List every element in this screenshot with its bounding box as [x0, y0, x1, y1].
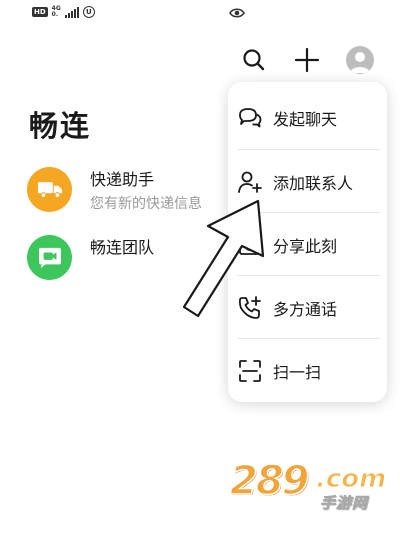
camera-icon	[239, 234, 261, 255]
watermark-number: 289	[229, 457, 310, 505]
menu-item-label: 分享此刻	[273, 236, 338, 256]
watermark-domain: .com	[315, 464, 387, 495]
menu-item-label: 多方通话	[273, 299, 338, 319]
status-bar: HD 4G 0. U	[0, 0, 400, 28]
plus-icon[interactable]	[294, 47, 320, 73]
truck-icon	[27, 167, 72, 212]
site-watermark: 289 .com 手游网	[229, 457, 390, 528]
menu-item-start-chat[interactable]: 发起聊天	[228, 86, 387, 149]
menu-item-label: 发起聊天	[273, 109, 338, 129]
status-icons: HD 4G 0. U	[32, 6, 95, 18]
add-contact-icon	[238, 171, 262, 193]
network-indicator: 4G 0.	[52, 6, 61, 18]
avatar-icon[interactable]	[346, 46, 374, 74]
watermark-site-name: 手游网	[320, 494, 369, 513]
chat-name: 快递助手	[90, 170, 155, 189]
data-saver-icon: U	[82, 6, 95, 18]
chat-name: 畅连团队	[90, 238, 155, 257]
menu-item-label: 添加联系人	[273, 173, 354, 193]
search-icon[interactable]	[241, 47, 267, 73]
signal-icon	[64, 6, 79, 18]
network-sub: 0.	[51, 11, 59, 18]
menu-item-add-contact[interactable]: 添加联系人	[228, 150, 387, 213]
eye-icon	[229, 8, 245, 18]
video-chat-icon	[27, 235, 72, 280]
menu-item-group-call[interactable]: 多方通话	[228, 276, 387, 339]
add-popup-menu: 发起聊天 添加联系人 分享此刻 多方通话 扫一扫	[228, 82, 387, 402]
hd-badge: HD	[32, 7, 48, 17]
group-call-icon	[238, 295, 261, 319]
page-title: 畅连	[29, 109, 92, 143]
menu-item-label: 扫一扫	[273, 362, 322, 382]
menu-item-scan[interactable]: 扫一扫	[228, 339, 387, 402]
menu-item-share-moment[interactable]: 分享此刻	[228, 213, 387, 276]
chat-preview: 您有新的快递信息	[90, 196, 202, 212]
header-actions	[0, 44, 400, 76]
chat-bubbles-icon	[239, 107, 262, 127]
scan-icon	[239, 359, 261, 382]
